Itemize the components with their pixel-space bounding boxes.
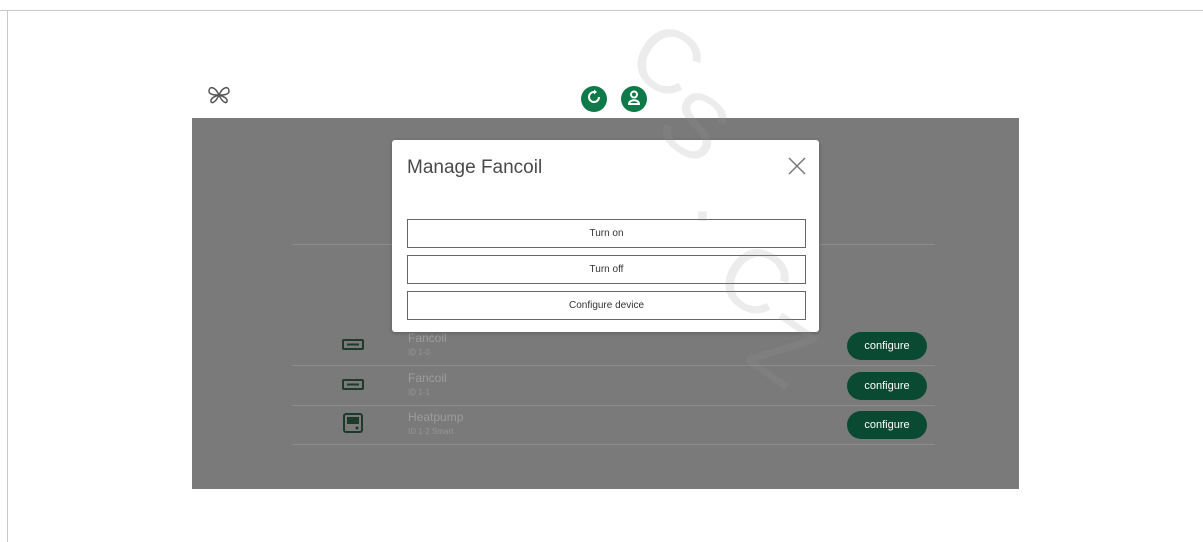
configure-button[interactable]: configure [847,372,927,400]
refresh-button[interactable] [581,86,607,112]
thermostat-icon [342,412,364,439]
device-name: Heatpump [408,410,464,424]
fancoil-icon [342,378,364,397]
configure-button[interactable]: configure [847,332,927,360]
device-id: ID 1-0 [408,348,430,357]
manage-fancoil-dialog: Manage Fancoil Turn on Turn off Configur… [392,140,819,332]
dialog-title: Manage Fancoil [407,157,543,178]
device-id: ID 1-2 Smart [408,427,454,436]
device-name: Fancoil [408,371,447,385]
configure-button[interactable]: configure [847,411,927,439]
device-row[interactable]: Fancoil ID 1-1 configure [292,366,935,406]
window-top-border [0,0,1203,11]
user-button[interactable] [621,86,647,112]
device-name: Fancoil [408,331,447,345]
close-icon[interactable] [786,155,808,177]
device-id: ID 1-1 [408,388,430,397]
device-row[interactable]: Heatpump ID 1-2 Smart configure [292,405,935,445]
user-icon [626,89,642,110]
device-row[interactable]: Fancoil ID 1-0 configure [292,326,935,366]
butterfly-logo-icon [206,82,232,108]
window-left-border [7,11,8,542]
turn-on-button[interactable]: Turn on [407,219,806,248]
app-header [192,80,1019,118]
refresh-icon [586,89,602,110]
configure-device-button[interactable]: Configure device [407,291,806,320]
turn-off-button[interactable]: Turn off [407,255,806,284]
fancoil-icon [342,338,364,357]
